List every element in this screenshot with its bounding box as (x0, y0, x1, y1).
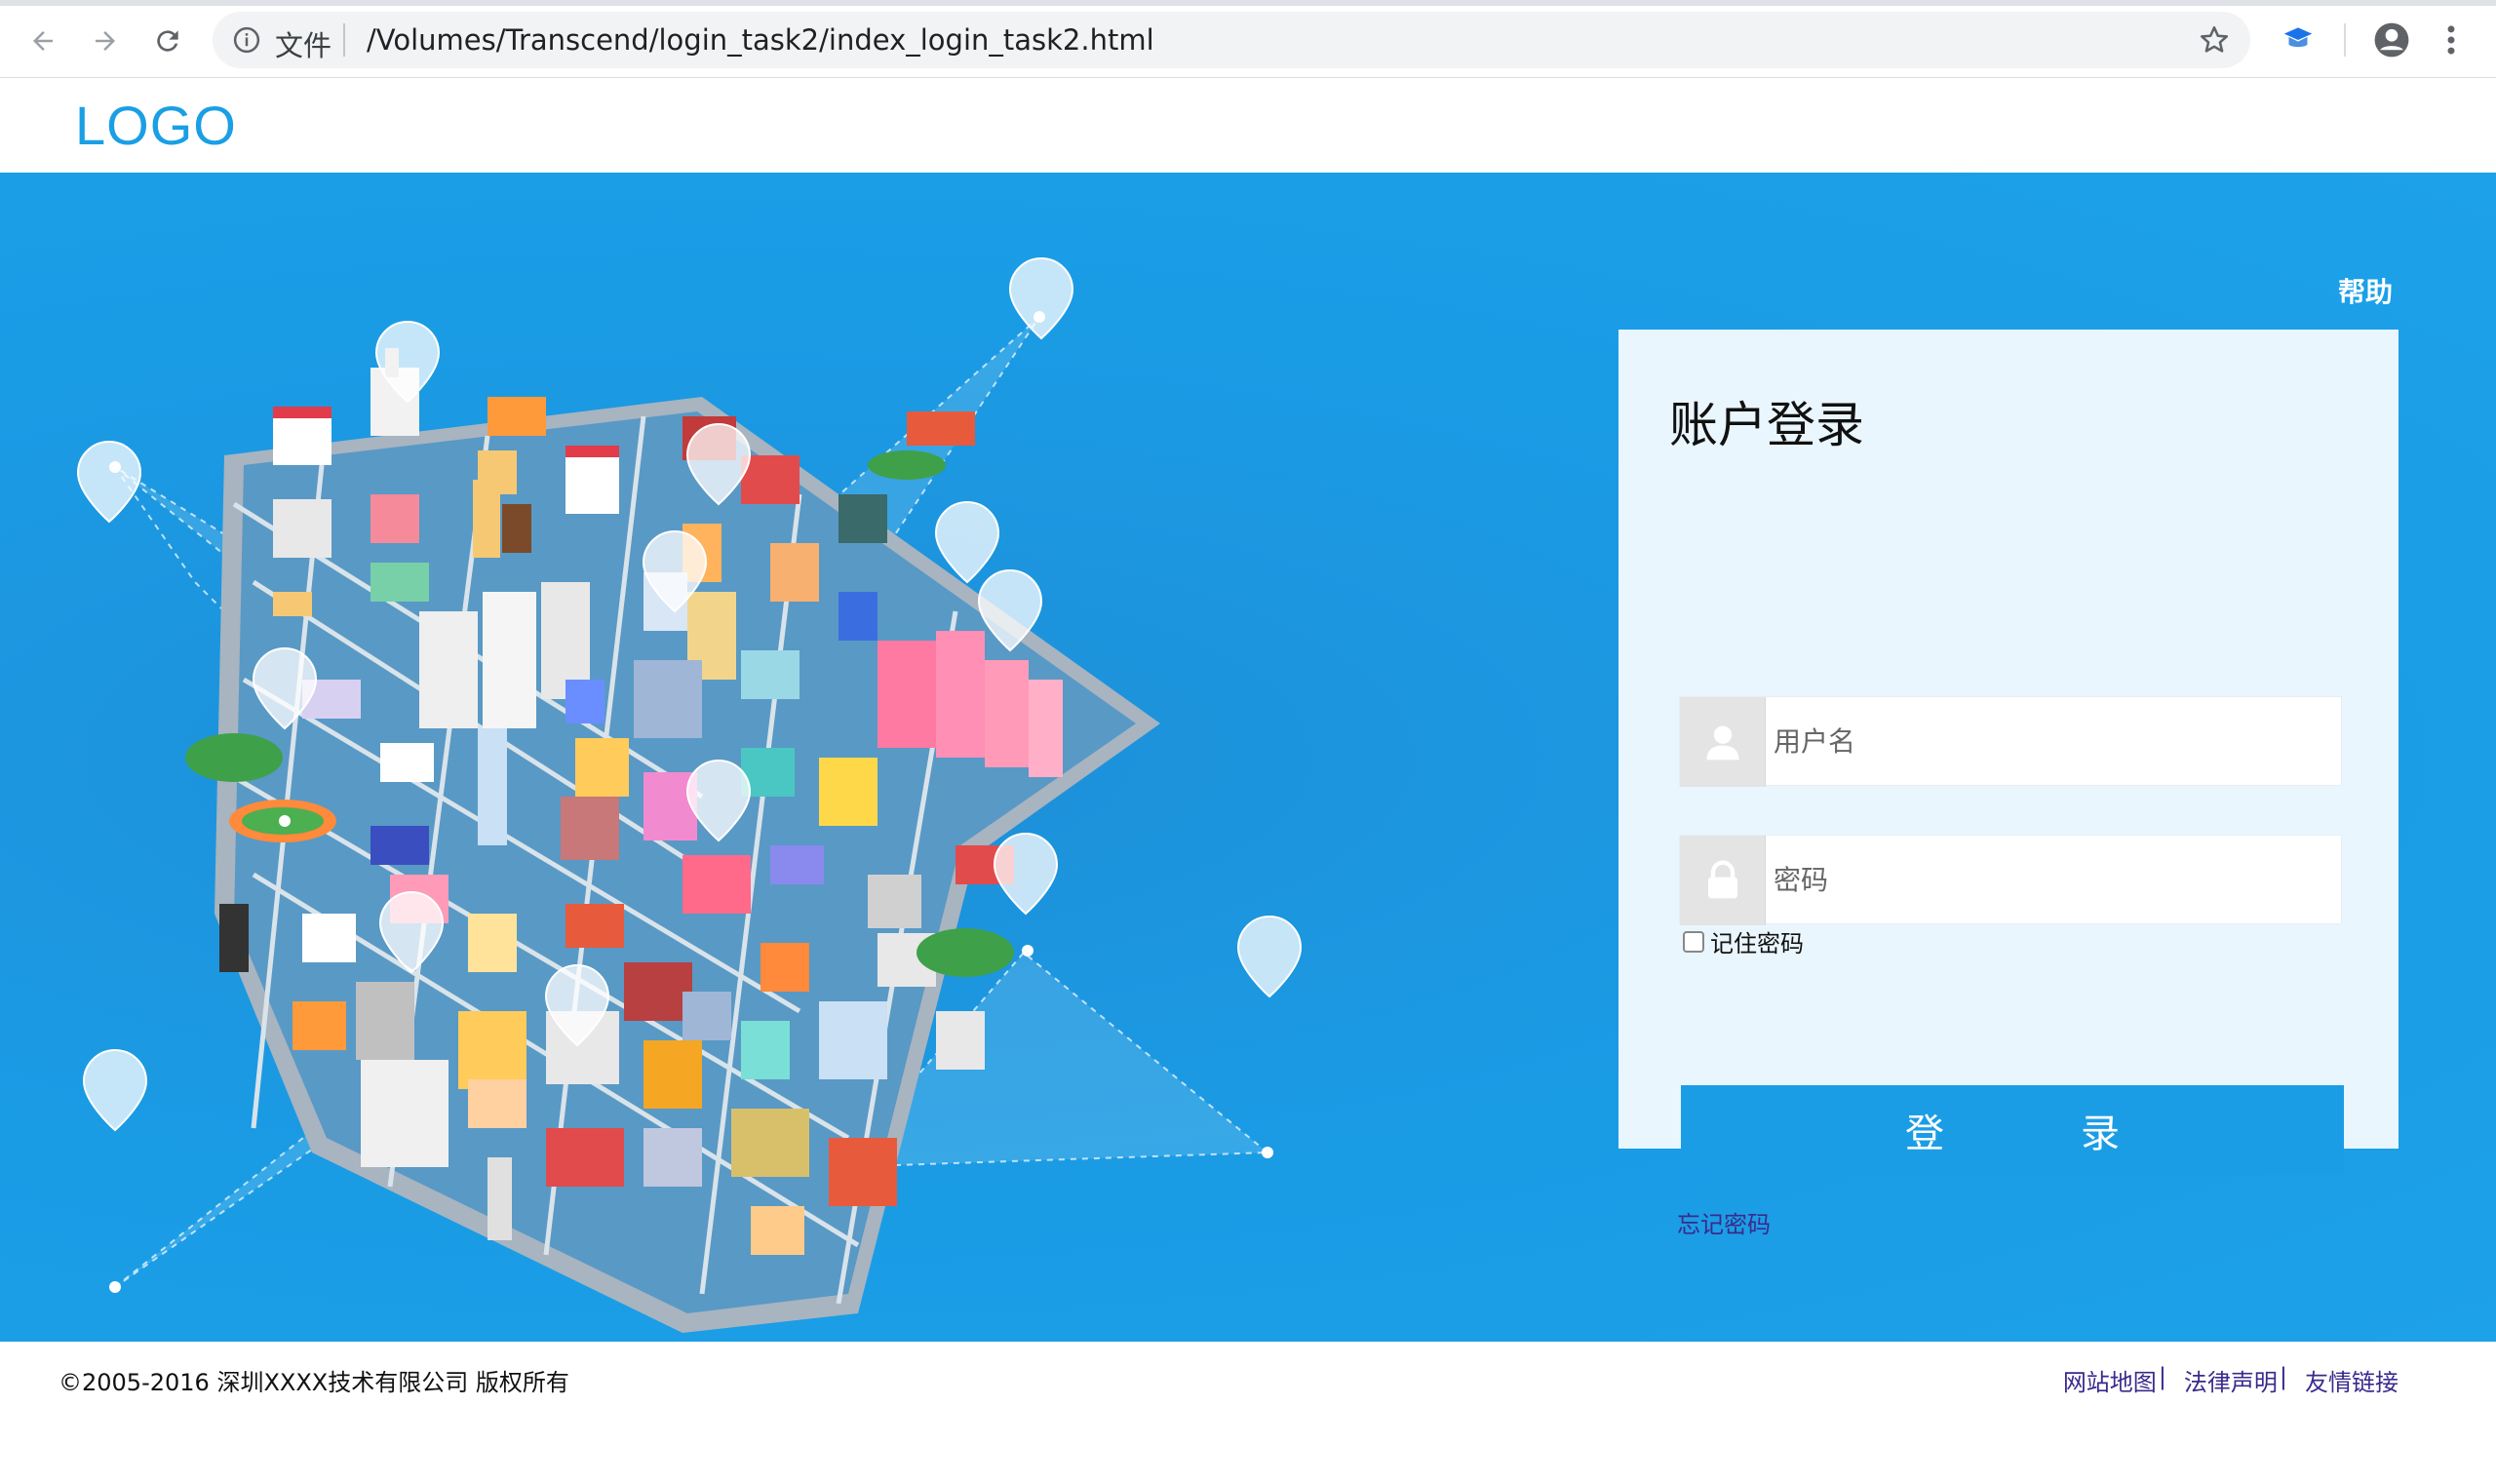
remember-checkbox[interactable] (1683, 930, 1704, 953)
login-button[interactable]: 登录 (1681, 1085, 2344, 1175)
back-arrow-icon[interactable] (20, 18, 66, 64)
username-field[interactable] (1679, 696, 2342, 787)
info-icon[interactable] (232, 25, 261, 55)
extension-icon[interactable] (2280, 21, 2317, 59)
url-text[interactable]: /Volumes/Transcend/login_task2/index_log… (367, 23, 1154, 57)
user-icon (1680, 697, 1766, 787)
footer-link-separator: | (2158, 1363, 2166, 1390)
forward-arrow-icon[interactable] (82, 18, 129, 64)
remember-label: 记住密码 (1710, 930, 1804, 957)
remember-password[interactable]: 记住密码 (1683, 924, 1804, 958)
lock-icon (1680, 836, 1766, 925)
footer-link-legal[interactable]: 法律声明 (2184, 1363, 2278, 1397)
toolbar-separator (2344, 23, 2346, 57)
hero-banner: 帮助 账户登录 记住密码 登录 忘记密码 (0, 173, 2496, 1342)
username-input[interactable] (1774, 697, 2329, 785)
footer-link-separator: | (2279, 1363, 2287, 1390)
address-bar[interactable]: 文件 /Volumes/Transcend/login_task2/index_… (213, 12, 2250, 68)
footer-links: 网站地图 | 法律声明 | 友情链接 (2063, 1363, 2398, 1397)
profile-icon[interactable] (2373, 21, 2410, 59)
login-panel: 账户登录 记住密码 登录 忘记密码 (1618, 330, 2398, 1238)
menu-icon[interactable] (2439, 21, 2463, 59)
password-input[interactable] (1774, 836, 2329, 923)
site-footer: ©2005-2016 深圳XXXX技术有限公司 版权所有 网站地图 | 法律声明… (0, 1342, 2496, 1484)
password-field[interactable] (1679, 835, 2342, 925)
footer-link-friends[interactable]: 友情链接 (2305, 1363, 2398, 1397)
site-header: LOGO (0, 78, 2496, 173)
logo[interactable]: LOGO (75, 94, 237, 157)
browser-toolbar: 文件 /Volumes/Transcend/login_task2/index_… (0, 0, 2496, 78)
city-illustration (76, 257, 1303, 1333)
address-separator (343, 23, 345, 57)
footer-link-sitemap[interactable]: 网站地图 (2063, 1363, 2157, 1397)
forgot-password-link[interactable]: 忘记密码 (1677, 1205, 1771, 1239)
star-icon[interactable] (2198, 23, 2231, 57)
copyright-text: ©2005-2016 深圳XXXX技术有限公司 版权所有 (58, 1369, 569, 1396)
tab-strip (0, 0, 2496, 6)
reload-icon[interactable] (144, 18, 191, 64)
file-label: 文件 (275, 29, 332, 62)
panel-title: 账户登录 (1669, 397, 1864, 453)
help-link[interactable]: 帮助 (2338, 271, 2393, 310)
